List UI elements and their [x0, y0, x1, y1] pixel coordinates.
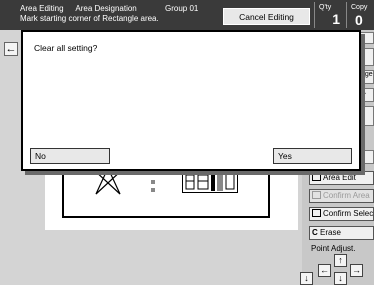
point-adjust-label: Point Adjust.: [311, 244, 356, 253]
area-editing-label: Area Editing: [20, 4, 64, 13]
copy-label: Copy: [351, 4, 368, 11]
confirm-area-icon: [312, 191, 321, 199]
confirm-area-label: Confirm Area: [323, 191, 370, 200]
area-designation-label: Area Designation: [75, 4, 137, 13]
point-up-arrow-icon[interactable]: ↑: [334, 254, 347, 267]
erase-label: Erase: [320, 228, 341, 237]
cancel-editing-button[interactable]: Cancel Editing: [223, 8, 310, 25]
point-down-arrow-icon[interactable]: ↓: [334, 272, 347, 285]
top-bar: Area Editing Area Designation Group 01 M…: [0, 0, 374, 30]
quantity-display: Q'ty 1: [314, 2, 343, 28]
copy-display: Copy 0: [346, 2, 374, 28]
no-button[interactable]: No: [30, 148, 110, 164]
confirm-select-label: Confirm Select: [323, 209, 374, 218]
scroll-down-arrow-icon[interactable]: ↓: [300, 272, 313, 285]
quantity-label: Q'ty: [319, 4, 332, 11]
copy-value: 0: [355, 12, 363, 28]
erase-button[interactable]: C Erase: [309, 226, 374, 240]
back-arrow-icon[interactable]: ←: [4, 42, 18, 56]
confirm-area-button[interactable]: Confirm Area: [309, 189, 374, 203]
instruction-text: Mark starting corner of Rectangle area.: [20, 14, 159, 23]
dialog-message: Clear all setting?: [34, 43, 98, 53]
quantity-value: 1: [332, 11, 340, 27]
erase-c-icon: C: [312, 228, 318, 237]
confirm-select-button[interactable]: Confirm Select: [309, 207, 374, 221]
separator-dots: [151, 180, 155, 194]
point-left-arrow-icon[interactable]: ←: [318, 264, 331, 277]
confirm-select-icon: [312, 209, 321, 217]
point-right-arrow-icon[interactable]: →: [350, 264, 363, 277]
group-label: Group 01: [164, 4, 199, 13]
confirm-dialog: Clear all setting? No Yes: [21, 30, 361, 171]
yes-button[interactable]: Yes: [273, 148, 352, 164]
screen: Area Editing Area Designation Group 01 M…: [0, 0, 374, 285]
